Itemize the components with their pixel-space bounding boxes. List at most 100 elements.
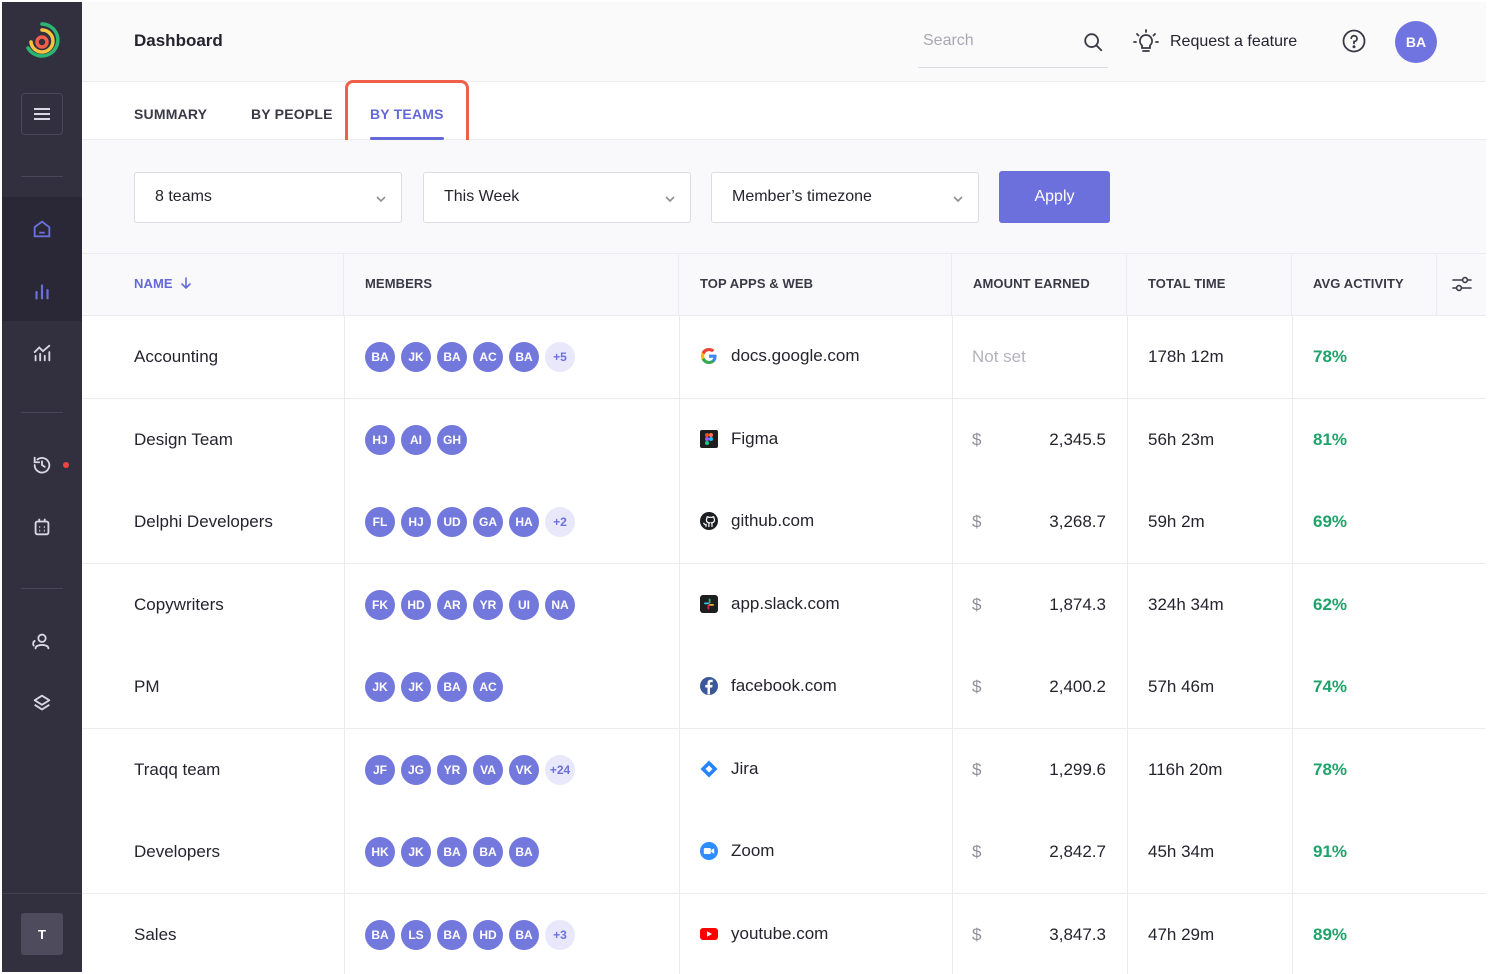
team-name[interactable]: Copywriters: [134, 595, 224, 615]
workspace-button[interactable]: T: [21, 913, 63, 955]
member-avatar[interactable]: BA: [473, 837, 503, 867]
member-avatar[interactable]: GA: [473, 507, 503, 537]
member-avatar[interactable]: JG: [401, 754, 431, 785]
top-app[interactable]: Jira: [699, 759, 758, 779]
member-avatar[interactable]: HD: [473, 919, 503, 950]
table-row[interactable]: PM JK JK BA AC facebook.com $2,400.2 57h 46m 74%: [82, 646, 1486, 729]
people-icon[interactable]: [28, 627, 56, 655]
calendar-icon[interactable]: [28, 513, 56, 541]
member-avatar[interactable]: JK: [365, 672, 395, 702]
team-name[interactable]: Delphi Developers: [134, 512, 273, 532]
member-avatar[interactable]: AC: [473, 342, 503, 372]
tab-by-teams[interactable]: BY TEAMS: [370, 106, 444, 122]
total-time: 45h 34m: [1148, 842, 1215, 861]
team-name[interactable]: Design Team: [134, 430, 233, 450]
member-avatar[interactable]: YR: [437, 754, 467, 785]
table-row[interactable]: Developers HK JK BA BA BA Zoom $2,842.7 45h 34m 9…: [82, 811, 1486, 894]
member-avatar[interactable]: BA: [437, 837, 467, 867]
top-app[interactable]: Figma: [699, 429, 778, 449]
member-avatar[interactable]: FL: [365, 507, 395, 537]
more-members-badge[interactable]: +2: [545, 507, 575, 537]
team-name[interactable]: Accounting: [134, 347, 218, 367]
column-header-name[interactable]: NAME: [82, 254, 344, 316]
period-select[interactable]: This Week: [423, 172, 691, 223]
column-settings-icon[interactable]: [1450, 272, 1474, 296]
more-members-badge[interactable]: +24: [545, 754, 575, 785]
member-avatar[interactable]: HK: [365, 837, 395, 867]
member-avatar[interactable]: NA: [545, 589, 575, 620]
top-app[interactable]: docs.google.com: [699, 346, 860, 366]
top-app[interactable]: facebook.com: [699, 676, 837, 696]
top-app[interactable]: app.slack.com: [699, 594, 840, 614]
user-avatar[interactable]: BA: [1395, 21, 1437, 63]
table-row[interactable]: Traqq team JF JG YR VA VK +24 Jira $1,299.6 116h …: [82, 728, 1486, 812]
table-row[interactable]: Sales BA LS BA HD BA +3 youtube.com $3,847.3 47h …: [82, 893, 1486, 974]
home-icon[interactable]: [28, 215, 56, 243]
help-icon[interactable]: [1342, 29, 1366, 53]
column-header-activity[interactable]: AVG ACTIVITY: [1292, 254, 1437, 316]
search-input[interactable]: [923, 29, 1073, 53]
member-avatar[interactable]: FK: [365, 589, 395, 620]
member-avatar[interactable]: UI: [509, 589, 539, 620]
member-avatar[interactable]: HD: [401, 589, 431, 620]
team-name[interactable]: Sales: [134, 925, 177, 945]
member-avatar[interactable]: JK: [401, 672, 431, 702]
member-avatar[interactable]: YR: [473, 589, 503, 620]
member-avatar[interactable]: HA: [509, 507, 539, 537]
more-members-badge[interactable]: +3: [545, 919, 575, 950]
hamburger-icon: [34, 108, 50, 120]
member-avatar[interactable]: BA: [437, 672, 467, 702]
apply-button[interactable]: Apply: [999, 171, 1110, 223]
member-avatar[interactable]: LS: [401, 919, 431, 950]
table-row[interactable]: Copywriters FK HD AR YR UI NA app.slack.com $1,8…: [82, 563, 1486, 647]
member-avatar[interactable]: HJ: [365, 424, 395, 455]
member-avatar[interactable]: BA: [437, 342, 467, 372]
sidebar-divider: [21, 412, 63, 413]
member-avatar[interactable]: JF: [365, 754, 395, 785]
team-name[interactable]: Developers: [134, 842, 220, 862]
top-app[interactable]: Zoom: [699, 841, 774, 861]
column-header-apps[interactable]: TOP APPS & WEB: [679, 254, 952, 316]
timezone-select[interactable]: Member’s timezone: [711, 172, 979, 223]
team-name[interactable]: PM: [134, 677, 160, 697]
menu-toggle-button[interactable]: [21, 93, 63, 135]
teams-select[interactable]: 8 teams: [134, 172, 402, 223]
tab-summary[interactable]: SUMMARY: [134, 106, 207, 122]
member-avatar[interactable]: BA: [509, 342, 539, 372]
member-avatar[interactable]: HJ: [401, 507, 431, 537]
more-members-badge[interactable]: +5: [545, 342, 575, 372]
column-divider: [1127, 481, 1128, 563]
member-avatar[interactable]: AR: [437, 589, 467, 620]
bar-chart-icon[interactable]: [28, 277, 56, 305]
member-avatar[interactable]: BA: [365, 342, 395, 372]
search-icon[interactable]: [1082, 31, 1104, 53]
history-icon[interactable]: [28, 451, 56, 479]
member-avatar[interactable]: GH: [437, 424, 467, 455]
member-avatar[interactable]: BA: [365, 919, 395, 950]
column-header-time[interactable]: TOTAL TIME: [1127, 254, 1292, 316]
member-avatar[interactable]: JK: [401, 342, 431, 372]
request-feature-button[interactable]: Request a feature: [1132, 26, 1297, 58]
member-avatar[interactable]: UD: [437, 507, 467, 537]
member-avatar[interactable]: AC: [473, 672, 503, 702]
member-avatar[interactable]: BA: [509, 919, 539, 950]
layers-icon[interactable]: [28, 689, 56, 717]
column-header-earned[interactable]: AMOUNT EARNED: [952, 254, 1127, 316]
member-avatar[interactable]: AI: [401, 424, 431, 455]
youtube-icon: [699, 924, 719, 944]
table-row[interactable]: Delphi Developers FL HJ UD GA HA +2 github.com $…: [82, 481, 1486, 564]
member-avatar[interactable]: BA: [509, 837, 539, 867]
table-row[interactable]: Accounting BA JK BA AC BA +5 docs.google.com Not…: [82, 316, 1486, 399]
team-name[interactable]: Traqq team: [134, 760, 220, 780]
top-app[interactable]: youtube.com: [699, 924, 828, 944]
member-avatar[interactable]: BA: [437, 919, 467, 950]
app-logo[interactable]: [22, 18, 62, 66]
top-app[interactable]: github.com: [699, 511, 814, 531]
tab-by-people[interactable]: BY PEOPLE: [251, 106, 333, 122]
column-header-members[interactable]: MEMBERS: [344, 254, 679, 316]
trend-chart-icon[interactable]: [28, 339, 56, 367]
member-avatar[interactable]: JK: [401, 837, 431, 867]
table-row[interactable]: Design Team HJ AI GH Figma $2,345.5 56h 23m 81%: [82, 398, 1486, 482]
member-avatar[interactable]: VA: [473, 754, 503, 785]
member-avatar[interactable]: VK: [509, 754, 539, 785]
